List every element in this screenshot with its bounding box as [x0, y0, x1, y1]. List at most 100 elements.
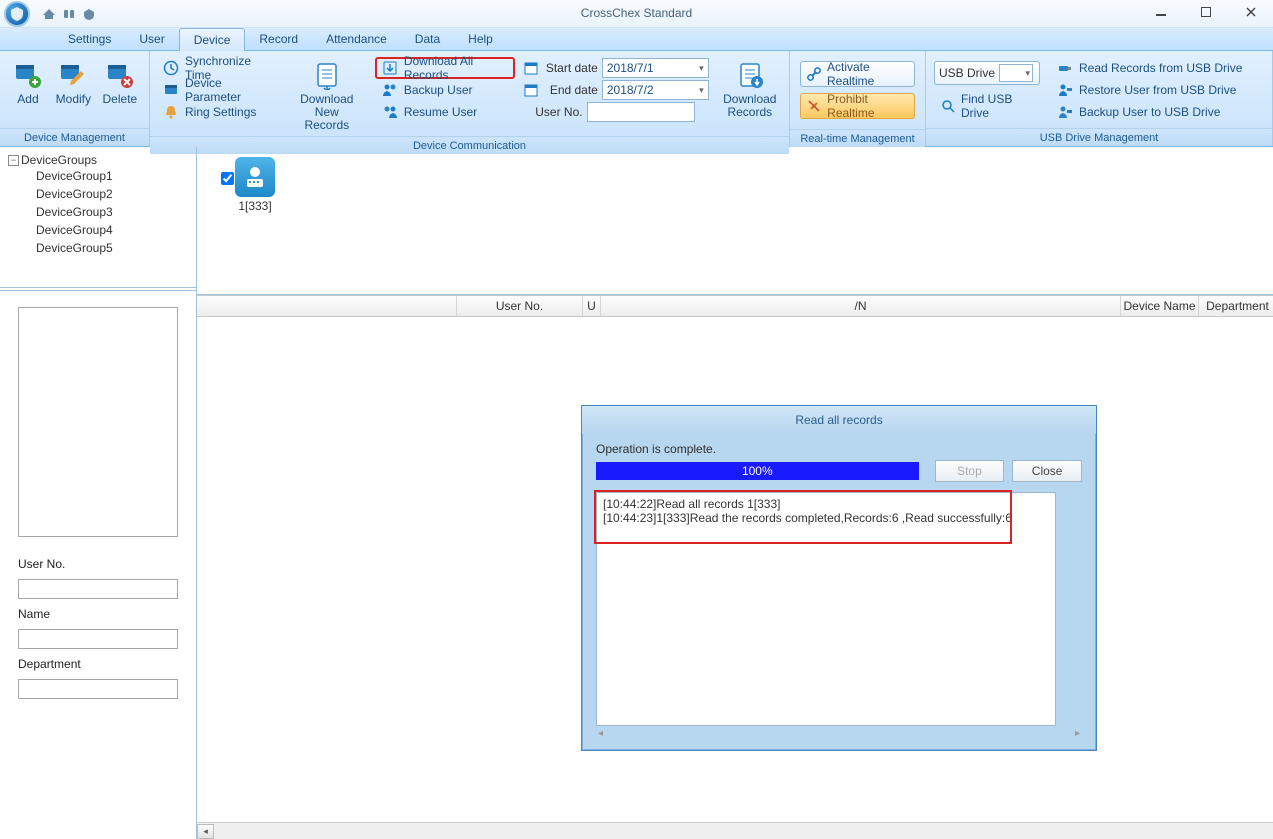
chevron-down-icon: ▾ [699, 85, 704, 96]
chevron-down-icon: ▾ [1025, 68, 1030, 79]
window-title: CrossChex Standard [0, 6, 1273, 20]
ribbon-group-device-communication: Synchronize Time Device Parameter Ring S… [150, 51, 790, 146]
close-button[interactable]: Close [1012, 460, 1082, 482]
left-pane: − DeviceGroups DeviceGroup1DeviceGroup2D… [0, 147, 197, 839]
column-header[interactable]: /N [601, 296, 1121, 316]
usb-backup-icon [1057, 104, 1073, 120]
link-icon [807, 66, 821, 82]
menu-user[interactable]: User [125, 28, 178, 50]
column-header[interactable]: Device Name [1121, 296, 1199, 316]
ring-settings-button[interactable]: Ring Settings [156, 101, 279, 123]
tree-root[interactable]: − DeviceGroups [8, 153, 188, 167]
device-icon [163, 82, 179, 98]
users-up-icon [382, 82, 398, 98]
detail-form: User No. Name Department [0, 291, 196, 839]
backup-user-usb-button[interactable]: Backup User to USB Drive [1050, 101, 1249, 123]
column-header[interactable]: User No. [457, 296, 583, 316]
tree-node[interactable]: DeviceGroup4 [36, 221, 188, 239]
window-minimize-button[interactable] [1138, 0, 1183, 24]
log-line: [10:44:22]Read all records 1[333] [603, 497, 1049, 511]
prohibit-realtime-button[interactable]: Prohibit Realtime [800, 93, 915, 119]
tree-node[interactable]: DeviceGroup3 [36, 203, 188, 221]
chevron-down-icon: ▾ [699, 63, 704, 74]
find-usb-drive-button[interactable]: Find USB Drive [934, 95, 1040, 117]
device-list: 1[333] [197, 147, 1273, 295]
column-header[interactable] [197, 296, 457, 316]
download-new-records-button[interactable]: Download New Records [285, 55, 369, 132]
photo-placeholder [18, 307, 178, 537]
tree-node[interactable]: DeviceGroup2 [36, 185, 188, 203]
workspace: − DeviceGroups DeviceGroup1DeviceGroup2D… [0, 147, 1273, 839]
users-down-icon [382, 104, 398, 120]
name-input[interactable] [18, 629, 178, 649]
modify-device-button[interactable]: Modify [50, 55, 97, 106]
add-icon [12, 59, 44, 91]
usb-restore-icon [1057, 82, 1073, 98]
log-scrollbar[interactable]: ◂▸ [596, 726, 1082, 740]
qat-misc1-icon[interactable] [60, 5, 78, 23]
menu-record[interactable]: Record [245, 28, 312, 50]
usb-read-icon [1057, 60, 1073, 76]
stop-button: Stop [935, 460, 1005, 482]
progress-bar: 100% [596, 462, 919, 480]
column-header[interactable]: U [583, 296, 601, 316]
ribbon-group-realtime: Activate Realtime Prohibit Realtime Real… [790, 51, 926, 146]
read-all-records-dialog: Read all records Operation is complete. … [581, 405, 1097, 751]
start-date-field: Start date 2018/7/1▾ [521, 57, 711, 79]
menu-device[interactable]: Device [179, 28, 246, 51]
horizontal-scrollbar[interactable]: ◂ ▸ [197, 822, 1273, 839]
window-close-button[interactable] [1228, 0, 1273, 24]
unlink-icon [807, 98, 821, 114]
tree-collapse-icon[interactable]: − [8, 155, 19, 166]
scroll-left-button[interactable]: ◂ [197, 824, 214, 839]
dialog-title: Read all records [582, 406, 1096, 434]
download-records-button[interactable]: Download Records [717, 55, 783, 119]
ribbon: Add Modify Delete Device Management Sync… [0, 51, 1273, 147]
qat-home-icon[interactable] [40, 5, 58, 23]
tree-node[interactable]: DeviceGroup1 [36, 167, 188, 185]
department-input[interactable] [18, 679, 178, 699]
department-label: Department [18, 657, 178, 671]
bell-icon [163, 104, 179, 120]
menu-attendance[interactable]: Attendance [312, 28, 401, 50]
operation-status-text: Operation is complete. [596, 442, 1082, 456]
menu-settings[interactable]: Settings [54, 28, 125, 50]
download-records-icon [734, 59, 766, 91]
backup-user-button[interactable]: Backup User [375, 79, 515, 101]
download-icon [311, 59, 343, 91]
read-records-usb-button[interactable]: Read Records from USB Drive [1050, 57, 1249, 79]
menu-bar: SettingsUserDeviceRecordAttendanceDataHe… [0, 28, 1273, 51]
end-date-input[interactable]: 2018/7/2▾ [602, 80, 709, 100]
device-parameter-button[interactable]: Device Parameter [156, 79, 279, 101]
menu-data[interactable]: Data [401, 28, 454, 50]
ribbon-group-usb: USB Drive ▾ Find USB Drive Read Records … [926, 51, 1273, 146]
column-header[interactable]: Department [1199, 296, 1273, 316]
activate-realtime-button[interactable]: Activate Realtime [800, 61, 915, 87]
menu-help[interactable]: Help [454, 28, 507, 50]
delete-device-button[interactable]: Delete [97, 55, 143, 106]
end-date-field: End date 2018/7/2▾ [521, 79, 711, 101]
add-device-button[interactable]: Add [6, 55, 50, 106]
device-item-icon [235, 157, 275, 197]
tree-node[interactable]: DeviceGroup5 [36, 239, 188, 257]
window-maximize-button[interactable] [1183, 0, 1228, 24]
user-no-filter-input[interactable] [587, 102, 695, 122]
download-all-records-button[interactable]: Download All Records [375, 57, 515, 79]
user-no-label: User No. [18, 557, 178, 571]
start-date-input[interactable]: 2018/7/1▾ [602, 58, 709, 78]
calendar-icon [523, 60, 539, 76]
app-logo [4, 1, 30, 27]
records-column-header: User No.U/NDevice NameDepartmentPosition… [197, 295, 1273, 317]
download-all-icon [382, 60, 398, 76]
device-item-label: 1[333] [238, 199, 271, 213]
qat-misc2-icon[interactable] [80, 5, 98, 23]
clock-icon [163, 60, 179, 76]
title-bar: CrossChex Standard [0, 0, 1273, 28]
usb-drive-selector[interactable]: USB Drive ▾ [934, 61, 1040, 85]
resume-user-button[interactable]: Resume User [375, 101, 515, 123]
user-no-input[interactable] [18, 579, 178, 599]
restore-user-usb-button[interactable]: Restore User from USB Drive [1050, 79, 1249, 101]
device-item[interactable]: 1[333] [235, 157, 275, 213]
device-item-checkbox[interactable] [221, 172, 234, 185]
device-tree: − DeviceGroups DeviceGroup1DeviceGroup2D… [0, 147, 196, 287]
